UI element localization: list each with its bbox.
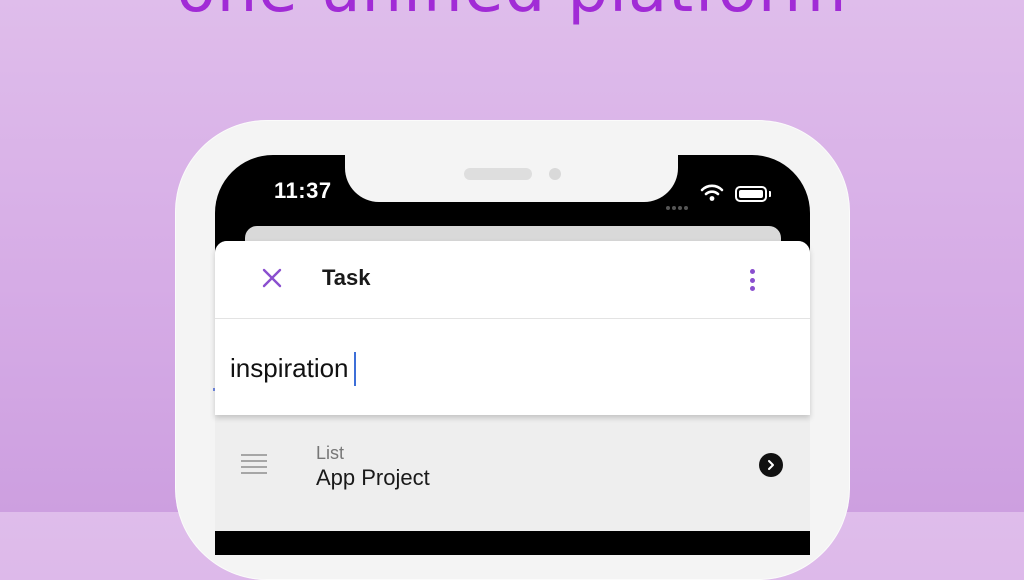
task-name-input[interactable]	[230, 351, 790, 385]
list-lines-icon	[241, 454, 267, 478]
more-vertical-icon-dot	[749, 286, 755, 291]
cellular-signal-icon	[666, 197, 690, 215]
close-button[interactable]	[259, 267, 285, 293]
list-selector-row[interactable]: List App Project	[215, 425, 810, 511]
wifi-icon	[700, 184, 724, 207]
more-vertical-icon	[749, 269, 755, 274]
more-vertical-icon-dot	[749, 277, 755, 283]
task-editor-panel: Task	[215, 241, 810, 415]
battery-icon	[735, 186, 767, 202]
edge-mark	[213, 388, 215, 391]
list-caption: List	[316, 443, 345, 463]
chevron-right-icon[interactable]	[759, 453, 783, 477]
front-camera	[549, 168, 561, 180]
speaker-grille	[464, 168, 532, 180]
battery-tip	[769, 191, 771, 197]
promo-headline: one unified platform	[0, 0, 1024, 22]
close-icon	[261, 267, 283, 294]
status-time: 11:37	[274, 178, 332, 203]
list-value: App Project	[316, 465, 430, 490]
task-header: Task	[215, 241, 810, 319]
page-title: Task	[322, 265, 371, 290]
text-caret	[354, 352, 356, 386]
more-options-button[interactable]	[745, 267, 759, 293]
